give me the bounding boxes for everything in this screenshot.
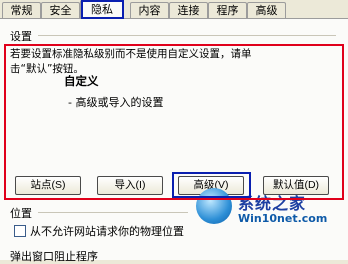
site-watermark: 系统之家 Win10net.com (192, 186, 348, 246)
tab-advanced[interactable]: 高级 (247, 2, 286, 19)
location-checkbox[interactable] (14, 225, 26, 237)
tab-connections[interactable]: 连接 (169, 2, 208, 19)
settings-description-line1: 若要设置标准隐私级别而不是使用自定义设置，请单 (10, 48, 252, 60)
settings-group-divider (38, 35, 336, 36)
location-group-title: 位置 (10, 207, 32, 220)
tab-programs[interactable]: 程序 (208, 2, 247, 19)
tab-privacy[interactable]: 隐私 (80, 0, 124, 19)
privacy-level-detail: - 高级或导入的设置 (68, 96, 164, 109)
watermark-title: 系统之家 (238, 194, 307, 213)
watermark-url: Win10net.com (238, 212, 328, 225)
watermark-logo-icon (196, 188, 232, 224)
import-button[interactable]: 导入(I) (97, 176, 163, 195)
location-checkbox-label[interactable]: 从不允许网站请求你的物理位置 (30, 223, 184, 239)
location-group-divider (38, 212, 188, 213)
sites-button[interactable]: 站点(S) (15, 176, 81, 195)
tab-security[interactable]: 安全 (41, 2, 80, 19)
privacy-level-title: 自定义 (64, 74, 99, 88)
settings-group-title: 设置 (10, 30, 32, 43)
tab-strip: 常规 安全 隐私 内容 连接 程序 高级 (0, 0, 348, 20)
tab-general[interactable]: 常规 (2, 2, 41, 19)
tab-content[interactable]: 内容 (130, 2, 169, 19)
popup-group-title: 弹出窗口阻止程序 (10, 250, 98, 263)
